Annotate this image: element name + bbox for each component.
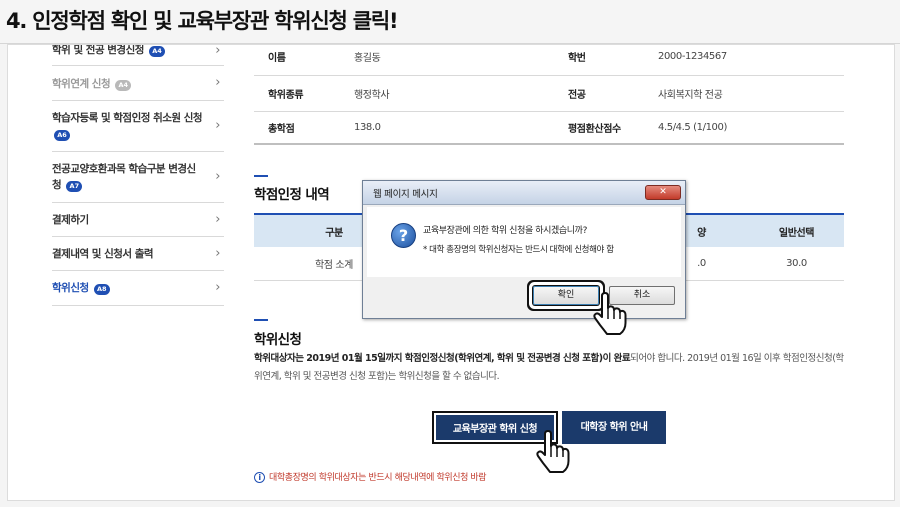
name-label: 이름 <box>254 45 340 76</box>
student-info-table: 이름 홍길동 학번 2000-1234567 학위종류 행정학사 전공 사회복지… <box>254 45 844 145</box>
notice-bold-text: 학위대상자는 2019년 01월 15일까지 학점인정신청(학위연계, 학위 및… <box>254 353 631 364</box>
close-icon[interactable]: ✕ <box>645 185 681 200</box>
sidebar-item-course-change[interactable]: 전공교양호환과목 학습구분 변경신청 A7 › <box>52 152 224 203</box>
degree-section-title: 학위신청 <box>254 332 302 348</box>
hand-cursor-icon <box>593 292 627 335</box>
warning-text: 대학총장명의 학위대상자는 반드시 해당내역에 학위신청 바람 <box>269 473 487 483</box>
chevron-right-icon: › <box>215 169 220 184</box>
section-marker <box>254 175 268 177</box>
sidebar-item-label: 결제내역 및 신청서 출력 <box>52 248 154 260</box>
chevron-right-icon: › <box>215 75 220 90</box>
total-credits-value: 138.0 <box>340 111 554 145</box>
step-badge: A6 <box>54 130 70 141</box>
confirm-dialog: 웹 페이지 메시지 ✕ ? 교육부장관에 의한 학위 신청을 하시겠습니까? *… <box>362 180 686 319</box>
sidebar-item-label: 학위신청 <box>52 282 89 294</box>
chevron-right-icon: › <box>215 211 220 227</box>
name-value: 홍길동 <box>340 45 554 76</box>
gpa-value: 4.5/4.5 (1/100) <box>644 111 844 145</box>
dialog-sub-message: * 대학 총장명의 학위신청자는 반드시 대학에 신청해야 함 <box>423 245 614 255</box>
sidebar-item-label: 결제하기 <box>52 214 89 226</box>
question-icon: ? <box>391 223 416 248</box>
student-id-label: 학번 <box>554 45 644 76</box>
sidebar-item-cancel-registration[interactable]: 학습자등록 및 학점인정 취소원 신청 A6 › <box>52 101 224 152</box>
page-title: 4. 인정학점 확인 및 교육부장관 학위신청 클릭! <box>6 9 399 33</box>
sidebar-item-payment-history[interactable]: 결제내역 및 신청서 출력 › <box>52 237 224 271</box>
degree-type-label: 학위종류 <box>254 75 340 112</box>
major-label: 전공 <box>554 75 644 112</box>
step-badge: A7 <box>66 181 83 192</box>
sidebar-item-degree-apply[interactable]: 학위신청 A8 › <box>52 271 224 306</box>
chevron-right-icon: › <box>215 245 220 261</box>
major-value: 사회복지학 전공 <box>644 75 844 112</box>
dialog-title-bar: 웹 페이지 메시지 ✕ <box>363 181 685 205</box>
step-badge: A8 <box>93 284 110 295</box>
dialog-message: 교육부장관에 의한 학위 신청을 하시겠습니까? <box>423 226 587 236</box>
step-badge: A4 <box>149 46 166 57</box>
chevron-right-icon: › <box>215 44 220 58</box>
sidebar: 학위 및 전공 변경신청 A4 › 학위연계 신청 A4 › 학습자등록 및 학… <box>52 44 224 306</box>
degree-notice: 학위대상자는 2019년 01월 15일까지 학점인정신청(학위연계, 학위 및… <box>254 350 850 386</box>
warning-note: i 대학총장명의 학위대상자는 반드시 해당내역에 학위신청 바람 <box>254 470 487 483</box>
total-credits-label: 총학점 <box>254 111 340 145</box>
chevron-right-icon: › <box>215 280 220 295</box>
sidebar-item-label: 학위연계 신청 <box>52 78 111 90</box>
student-id-value: 2000-1234567 <box>644 45 844 76</box>
university-degree-info-button[interactable]: 대학장 학위 안내 <box>562 411 666 444</box>
dialog-body: ? 교육부장관에 의한 학위 신청을 하시겠습니까? * 대학 총장명의 학위신… <box>367 207 681 277</box>
hand-cursor-icon <box>536 430 570 473</box>
step-badge: A4 <box>115 80 132 91</box>
gpa-label: 평점환산점수 <box>554 111 644 145</box>
dialog-title: 웹 페이지 메시지 <box>373 189 438 200</box>
credit-section-title: 학점인정 내역 <box>254 187 330 203</box>
chevron-right-icon: › <box>215 118 220 133</box>
table-row: 이름 홍길동 학번 2000-1234567 <box>254 45 844 76</box>
page-header: 4. 인정학점 확인 및 교육부장관 학위신청 클릭! <box>0 0 900 44</box>
column-header: 일반선택 <box>749 213 844 247</box>
sidebar-item-label: 학위 및 전공 변경신청 <box>52 44 144 56</box>
sidebar-item-label: 학습자등록 및 학점인정 취소원 신청 <box>52 112 203 124</box>
table-row: 학위종류 행정학사 전공 사회복지학 전공 <box>254 75 844 112</box>
degree-type-value: 행정학사 <box>340 75 554 112</box>
table-row: 총학점 138.0 평점환산점수 4.5/4.5 (1/100) <box>254 111 844 145</box>
confirm-button[interactable]: 확인 <box>533 286 599 305</box>
section-marker <box>254 319 268 321</box>
table-cell: 30.0 <box>749 247 844 281</box>
sidebar-item-major-change[interactable]: 학위 및 전공 변경신청 A4 › <box>52 44 224 66</box>
sidebar-item-degree-link[interactable]: 학위연계 신청 A4 › <box>52 66 224 101</box>
info-icon: i <box>254 472 265 483</box>
sidebar-item-payment[interactable]: 결제하기 › <box>52 203 224 237</box>
